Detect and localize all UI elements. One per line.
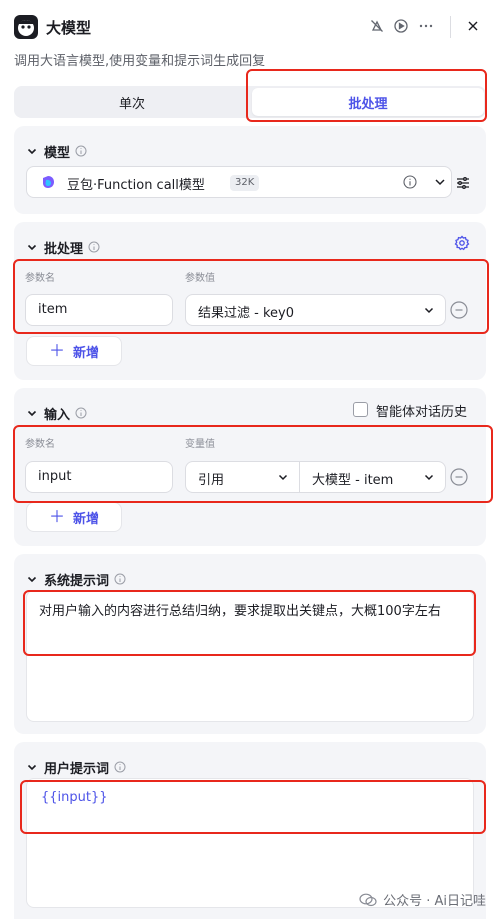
batch-add-button[interactable]: ＋ 新增 — [26, 336, 122, 366]
model-section-title: 模型 — [44, 145, 71, 161]
model-select[interactable]: 豆包·Function call模型 32K — [26, 166, 452, 198]
llm-logo-icon — [14, 15, 38, 39]
chevron-down-icon — [277, 471, 289, 483]
input-add-button[interactable]: ＋ 新增 — [26, 502, 122, 532]
node-title: 大模型 — [46, 19, 92, 37]
tab-single[interactable]: 单次 — [16, 88, 248, 116]
info-icon[interactable] — [403, 175, 417, 189]
chevron-down-icon[interactable] — [433, 175, 447, 189]
input-section-header[interactable]: 输入 — [26, 404, 87, 423]
wechat-icon — [359, 893, 377, 907]
value-ref-select[interactable]: 大模型 - item — [299, 461, 446, 493]
col-label-name: 参数名 — [25, 273, 55, 284]
more-icon[interactable] — [418, 18, 434, 34]
chevron-down-icon[interactable] — [26, 761, 38, 773]
batch-card: 批处理 参数名 参数值 item 结果过滤 - key0 ＋ 新增 — [14, 222, 486, 380]
batch-section-header[interactable]: 批处理 — [26, 238, 100, 257]
chevron-down-icon[interactable] — [26, 407, 38, 419]
node-header: 大模型 — [0, 0, 500, 56]
info-icon — [88, 241, 100, 253]
input-section-title: 输入 — [44, 407, 71, 423]
batch-section-title: 批处理 — [44, 241, 84, 257]
user-prompt-title: 用户提示词 — [44, 761, 110, 777]
input-card: 输入 智能体对话历史 参数名 变量值 input 引用 大模型 - item ＋… — [14, 388, 486, 546]
chat-history-label: 智能体对话历史 — [376, 405, 468, 420]
chevron-down-icon[interactable] — [26, 241, 38, 253]
tab-batch[interactable]: 批处理 — [252, 88, 484, 116]
user-prompt-header[interactable]: 用户提示词 — [26, 758, 126, 777]
watermark: 公众号 · Ai日记哇 — [359, 890, 486, 909]
context-badge: 32K — [230, 175, 260, 191]
chevron-down-icon[interactable] — [26, 145, 38, 157]
info-icon — [114, 573, 126, 585]
plus-icon: ＋ — [48, 507, 65, 526]
input-param-name-input[interactable]: input — [25, 461, 173, 493]
chevron-down-icon — [423, 471, 435, 483]
gear-icon[interactable] — [454, 235, 470, 251]
batch-param-name-input[interactable]: item — [25, 294, 173, 326]
batch-param-value-select[interactable]: 结果过滤 - key0 — [185, 294, 446, 326]
system-prompt-textarea[interactable]: 对用户输入的内容进行总结归纳，要求提取出关键点，大概100字左右 — [26, 590, 474, 722]
system-prompt-title: 系统提示词 — [44, 573, 110, 589]
info-icon — [75, 145, 87, 157]
col-label-name: 参数名 — [25, 439, 55, 450]
model-settings-icon[interactable] — [455, 175, 471, 191]
value-type: 引用 — [198, 473, 225, 488]
value-ref: 大模型 - item — [312, 473, 394, 488]
info-icon — [114, 761, 126, 773]
info-icon — [75, 407, 87, 419]
chevron-down-icon — [423, 304, 435, 316]
input-add-label: 新增 — [73, 511, 100, 527]
plus-icon: ＋ — [48, 341, 65, 360]
doubao-logo-icon — [41, 175, 55, 189]
chat-history-checkbox[interactable] — [353, 402, 368, 417]
header-divider — [450, 16, 451, 38]
col-label-value: 参数值 — [185, 273, 215, 284]
run-icon[interactable] — [393, 18, 409, 34]
system-prompt-text: 对用户输入的内容进行总结归纳，要求提取出关键点，大概100字左右 — [39, 604, 441, 619]
node-description: 调用大语言模型,使用变量和提示词生成回复 — [14, 54, 266, 69]
value-type-select[interactable]: 引用 — [185, 461, 300, 493]
disable-debug-icon[interactable] — [369, 18, 385, 34]
watermark-text: 公众号 · Ai日记哇 — [383, 894, 486, 909]
system-prompt-header[interactable]: 系统提示词 — [26, 570, 126, 589]
model-section-header[interactable]: 模型 — [26, 142, 87, 161]
system-prompt-card: 系统提示词 对用户输入的内容进行总结归纳，要求提取出关键点，大概100字左右 — [14, 554, 486, 734]
user-prompt-text: {{input}} — [41, 790, 108, 805]
user-prompt-textarea[interactable]: {{input}} — [26, 778, 474, 908]
mode-tabs: 单次 批处理 — [14, 86, 486, 118]
remove-row-icon[interactable] — [450, 468, 468, 486]
col-label-value: 变量值 — [185, 439, 215, 450]
model-card: 模型 豆包·Function call模型 32K — [14, 126, 486, 214]
model-name: 豆包·Function call模型 — [67, 178, 205, 193]
batch-param-value: 结果过滤 - key0 — [198, 306, 294, 321]
batch-add-label: 新增 — [73, 345, 100, 361]
chevron-down-icon[interactable] — [26, 573, 38, 585]
remove-row-icon[interactable] — [450, 301, 468, 319]
close-icon[interactable] — [465, 18, 481, 34]
